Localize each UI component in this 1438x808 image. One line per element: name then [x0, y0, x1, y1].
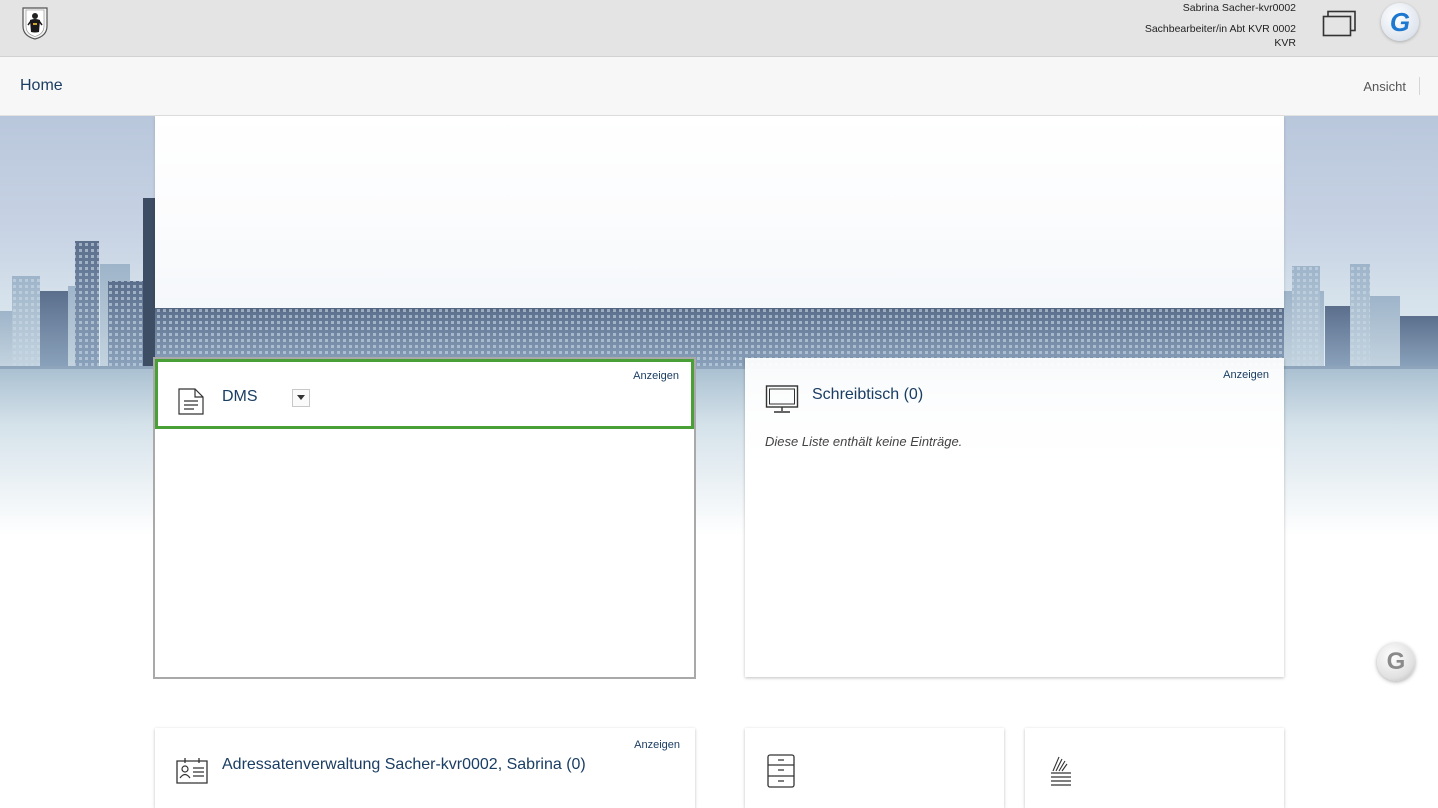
address-card-icon: [175, 753, 208, 785]
filing-cabinet-icon: [765, 753, 797, 788]
desk-show-link[interactable]: Anzeigen: [1223, 369, 1269, 381]
document-icon: [175, 384, 207, 416]
view-menu[interactable]: Ansicht: [1363, 79, 1406, 94]
user-info: Sabrina Sacher-kvr0002 Sachbearbeiter/in…: [1145, 0, 1296, 50]
chevron-down-icon: [297, 395, 305, 400]
floating-help-icon[interactable]: G: [1377, 643, 1415, 681]
monitor-icon: [765, 383, 799, 415]
user-org: KVR: [1274, 37, 1296, 49]
top-bar: Sabrina Sacher-kvr0002 Sachbearbeiter/in…: [0, 0, 1438, 57]
addresses-card: Adressatenverwaltung Sacher-kvr0002, Sab…: [155, 728, 695, 808]
dms-title[interactable]: DMS: [222, 388, 258, 406]
desk-title[interactable]: Schreibtisch (0): [812, 386, 923, 404]
banner-panel: [155, 116, 1284, 308]
desk-card: Schreibtisch (0) Anzeigen Diese Liste en…: [745, 358, 1284, 677]
home-link[interactable]: Home: [20, 77, 63, 95]
user-role: Sachbearbeiter/in Abt KVR 0002: [1144, 23, 1296, 35]
nav-bar: Home Ansicht: [0, 57, 1438, 116]
windows-icon[interactable]: [1322, 10, 1358, 38]
munich-crest-icon[interactable]: [21, 6, 49, 40]
nav-divider: [1419, 77, 1420, 95]
cabinet-card[interactable]: [745, 728, 1004, 808]
empty-list-text: Diese Liste enthält keine Einträge.: [765, 434, 963, 449]
logo-letter: G: [1389, 6, 1411, 37]
addresses-title[interactable]: Adressatenverwaltung Sacher-kvr0002, Sab…: [222, 756, 586, 774]
dms-card-header[interactable]: DMS Anzeigen: [155, 359, 694, 429]
document-stack-icon: [1045, 753, 1077, 786]
dms-show-link[interactable]: Anzeigen: [633, 370, 679, 382]
dms-card: DMS Anzeigen: [153, 357, 696, 679]
user-name: Sabrina Sacher-kvr0002: [1182, 2, 1296, 14]
stack-card[interactable]: [1025, 728, 1284, 808]
app-logo-icon[interactable]: G: [1381, 3, 1419, 41]
addresses-show-link[interactable]: Anzeigen: [634, 739, 680, 751]
floating-letter: G: [1386, 648, 1406, 675]
dms-dropdown-button[interactable]: [292, 389, 310, 407]
